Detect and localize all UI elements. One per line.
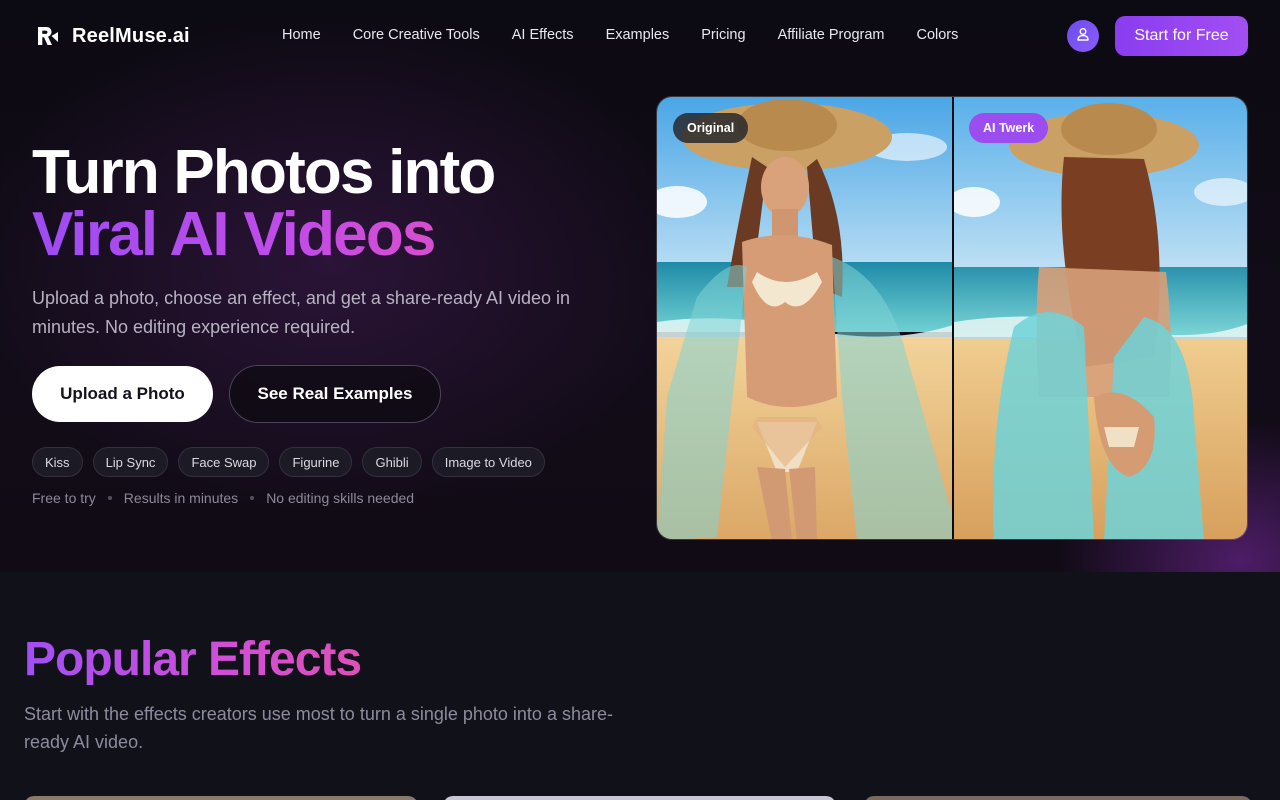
tag-face-swap[interactable]: Face Swap (178, 447, 270, 477)
before-after-comparison[interactable]: Original AI Twerk (656, 96, 1248, 540)
tag-image-to-video[interactable]: Image to Video (431, 447, 545, 477)
nav-colors[interactable]: Colors (916, 27, 958, 43)
original-badge: Original (673, 113, 749, 143)
effect-card[interactable] (864, 796, 1252, 800)
nav-examples[interactable]: Examples (606, 27, 670, 43)
tag-lip-sync[interactable]: Lip Sync (92, 447, 169, 477)
trust-points: Free to try Results in minutes No editin… (32, 490, 414, 506)
upload-photo-button[interactable]: Upload a Photo (32, 366, 213, 422)
see-examples-button[interactable]: See Real Examples (229, 365, 441, 423)
trust-easy: No editing skills needed (266, 490, 415, 506)
effect-card[interactable] (443, 796, 836, 800)
original-image (657, 97, 953, 539)
ai-effect-badge: AI Twerk (969, 113, 1049, 143)
trust-fast: Results in minutes (123, 490, 239, 506)
effect-tags: Kiss Lip Sync Face Swap Figurine Ghibli … (32, 447, 545, 477)
logo[interactable]: ReelMuse.ai (36, 24, 190, 48)
top-nav: ReelMuse.ai Home Core Creative Tools AI … (0, 0, 1280, 72)
section-title: Popular Effects (24, 633, 362, 686)
tag-ghibli[interactable]: Ghibli (362, 447, 422, 477)
nav-home[interactable]: Home (282, 27, 321, 43)
hero-subtitle: Upload a photo, choose an effect, and ge… (32, 288, 571, 337)
headline-line-2: Viral AI Videos (32, 204, 495, 266)
ai-result-image (954, 97, 1247, 539)
account-button[interactable] (1067, 20, 1099, 52)
user-icon (1075, 26, 1091, 47)
nav-ai-effects[interactable]: AI Effects (512, 27, 574, 43)
hero-headline: Turn Photos into Viral AI Videos (32, 138, 496, 266)
main-menu: Home Core Creative Tools AI Effects Exam… (282, 27, 958, 43)
separator-dot (250, 496, 255, 500)
nav-pricing[interactable]: Pricing (701, 27, 745, 43)
headline-line-1: Turn Photos into (32, 138, 496, 207)
start-free-button[interactable]: Start for Free (1115, 16, 1248, 56)
brand-name: ReelMuse.ai (72, 24, 190, 47)
nav-core-creative-tools[interactable]: Core Creative Tools (353, 27, 480, 43)
nav-affiliate-program[interactable]: Affiliate Program (778, 27, 885, 43)
effect-card[interactable] (24, 796, 418, 800)
section-subtitle: Start with the effects creators use most… (24, 704, 613, 752)
tag-figurine[interactable]: Figurine (279, 447, 353, 477)
separator-dot (107, 496, 112, 500)
trust-free: Free to try (32, 490, 96, 506)
logo-icon (36, 24, 60, 48)
tag-kiss[interactable]: Kiss (32, 447, 83, 477)
